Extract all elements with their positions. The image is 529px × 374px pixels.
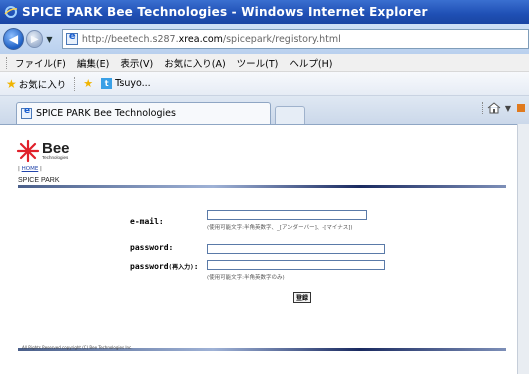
email-input[interactable] [207, 210, 367, 220]
logo-main-text: Bee [42, 140, 70, 158]
page-icon [65, 31, 78, 45]
feeds-icon[interactable] [517, 102, 525, 114]
url-suffix: /spicepark/registory.html [222, 33, 341, 45]
password-label: password: [130, 243, 174, 252]
menu-bar: ファイル(F) 編集(E) 表示(V) お気に入り(A) ツール(T) ヘルプ(… [0, 54, 529, 72]
window-title: SPICE PARK Bee Technologies - Windows In… [22, 5, 428, 19]
bee-logo[interactable]: Bee Technologies [16, 139, 70, 163]
logo-text: Bee Technologies [42, 141, 70, 161]
window-titlebar: SPICE PARK Bee Technologies - Windows In… [0, 0, 529, 24]
command-bar: ▼ [481, 102, 525, 114]
menu-help[interactable]: ヘルプ(H) [289, 56, 332, 70]
menu-view[interactable]: 表示(V) [120, 56, 153, 70]
add-favorite-icon[interactable]: ★ [83, 77, 93, 90]
password-confirm-label-suffix: (再入力) [168, 264, 194, 271]
ie-logo-icon [4, 6, 18, 18]
menu-edit[interactable]: 編集(E) [77, 56, 109, 70]
password-confirm-label-text: password [130, 262, 169, 271]
page-content: Bee Technologies | HOME | SPICE PARK e-m… [0, 124, 517, 374]
home-icon[interactable] [487, 102, 501, 114]
back-button[interactable]: ◀ [3, 28, 25, 50]
favorites-bar: ★ お気に入り ★ t Tsuyo... [0, 72, 529, 96]
site-favicon-icon: t [101, 78, 113, 89]
tab-spice-park[interactable]: SPICE PARK Bee Technologies [16, 102, 271, 124]
url-prefix: http://beetech.s287. [81, 33, 179, 45]
email-label: e-mail: [130, 217, 164, 226]
new-tab-button[interactable] [275, 106, 305, 124]
back-arrow-icon: ◀ [8, 32, 19, 46]
home-dropdown-icon[interactable]: ▼ [505, 104, 511, 113]
favorites-star-icon[interactable]: ★ [6, 77, 17, 91]
password-confirm-input[interactable] [207, 260, 385, 270]
bee-logo-mark-icon [16, 139, 40, 163]
command-separator [481, 102, 483, 114]
home-link[interactable]: HOME [22, 166, 39, 172]
menu-file[interactable]: ファイル(F) [15, 56, 66, 70]
section-title: SPICE PARK [18, 177, 60, 184]
email-hint: (使用可能文字:半角英数字、_[アンダーバー]、-[マイナス]) [207, 225, 353, 231]
header-divider [18, 185, 506, 188]
register-button[interactable]: 登録 [293, 292, 311, 303]
forward-arrow-icon: ▶ [30, 33, 39, 45]
favorites-separator [74, 76, 76, 91]
footer-copyright: All Rights Reserved copyright (C) Bee Te… [22, 345, 133, 350]
vertical-scrollbar[interactable] [517, 124, 529, 374]
password-confirm-label: password(再入力): [130, 262, 199, 271]
tab-title: SPICE PARK Bee Technologies [36, 108, 176, 119]
password-hint: (使用可能文字:半角英数字のみ) [207, 275, 285, 281]
password-confirm-label-colon: : [193, 262, 199, 271]
address-row: ◀ ▶ ▼ http://beetech.s287.xrea.com/spice… [0, 24, 529, 54]
menubar-grip [6, 56, 9, 69]
address-field[interactable]: http://beetech.s287.xrea.com/spicepark/r… [61, 29, 529, 49]
home-links: | HOME | [18, 166, 42, 172]
favorite-link-tsuyo[interactable]: Tsuyo... [115, 78, 151, 89]
url-host: xrea.com [178, 33, 223, 45]
favorites-button[interactable]: お気に入り [19, 77, 67, 91]
menu-favorites[interactable]: お気に入り(A) [164, 56, 225, 70]
menu-tools[interactable]: ツール(T) [237, 56, 279, 70]
logo-sub-text: Technologies [42, 155, 69, 161]
forward-button[interactable]: ▶ [26, 30, 44, 48]
password-input[interactable] [207, 244, 385, 254]
tab-page-icon [21, 106, 32, 119]
history-dropdown-icon[interactable]: ▼ [46, 35, 56, 44]
tab-row: SPICE PARK Bee Technologies ▼ [0, 96, 529, 124]
